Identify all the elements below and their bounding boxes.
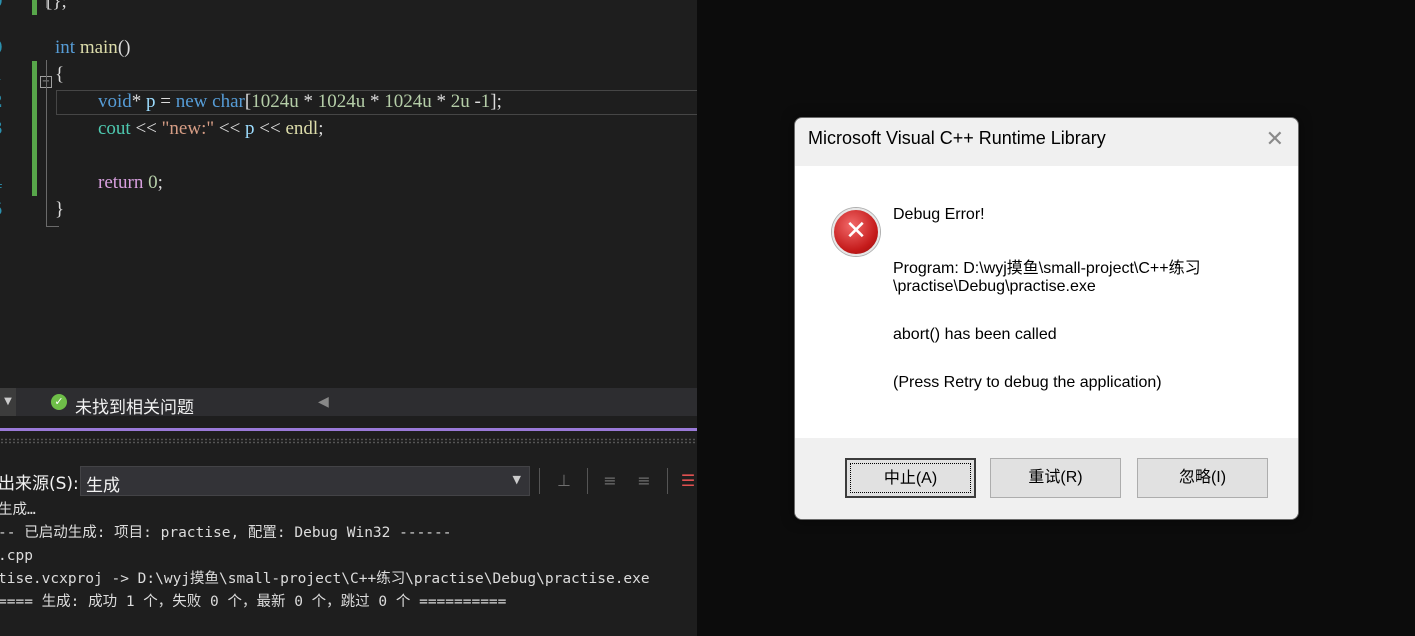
change-marker [32, 169, 37, 196]
change-marker [32, 61, 37, 88]
scroll-left-icon[interactable]: ◀ [318, 394, 329, 410]
code-editor[interactable]: 9 [}; 0 − int main() 1 { 2 void* p = new… [0, 0, 697, 388]
find-message-icon[interactable]: ⊥ [553, 470, 575, 492]
abort-button[interactable]: 中止(A) [845, 458, 976, 498]
output-line: tise.vcxproj -> D:\wyj摸鱼\small-project\C… [0, 571, 650, 587]
code-line-return: 4 return 0; [0, 169, 697, 196]
dialog-body: ✕ Debug Error! Program: D:\wyj摸鱼\small-p… [795, 166, 1298, 438]
output-source-select[interactable]: 生成 ▼ [80, 466, 530, 496]
line-number: 4 [0, 173, 3, 193]
output-source-value: 生成 [86, 476, 120, 496]
retry-hint: (Press Retry to debug the application) [893, 374, 1162, 391]
line-number: 5 [0, 200, 3, 220]
output-line: ==== 生成: 成功 1 个，失败 0 个，最新 0 个，跳过 0 个 ===… [0, 594, 507, 610]
dialog-button-bar: 中止(A) 重试(R) 忽略(I) [795, 438, 1298, 519]
toolbar-separator [587, 468, 588, 494]
dialog-title: Microsoft Visual C++ Runtime Library [808, 128, 1106, 148]
code-text: int main() [55, 37, 131, 58]
ignore-button[interactable]: 忽略(I) [1137, 458, 1268, 498]
zoom-dropdown[interactable]: ▼ [0, 388, 16, 416]
code-line: 1 { [0, 61, 697, 88]
indent-guide [46, 60, 59, 227]
clear-all-icon[interactable]: ☰ [677, 470, 697, 492]
code-line [0, 142, 697, 169]
line-number: 3 [0, 119, 3, 139]
line-number: 0 [0, 38, 3, 58]
runtime-error-dialog: Microsoft Visual C++ Runtime Library ✕ ✕… [794, 117, 1299, 520]
previous-message-icon[interactable]: ≡ [599, 470, 621, 492]
error-heading: Debug Error! [893, 206, 985, 223]
change-marker [32, 142, 37, 169]
code-line-main: 0 − int main() [0, 34, 697, 88]
close-icon[interactable]: ✕ [1266, 127, 1284, 152]
code-text: cout << "new:" << p << endl; [98, 118, 324, 139]
editor-status-bar: ▼ ✓ 未找到相关问题 ◀ [0, 388, 697, 418]
output-line: 生成… [0, 502, 36, 518]
output-line: .cpp [0, 548, 33, 564]
output-line: -- 已启动生成: 项目: practise, 配置: Debug Win32 … [0, 525, 452, 541]
code-text: return 0; [98, 172, 163, 193]
change-marker [32, 115, 37, 142]
code-line-allocation: 2 void* p = new char[1024u * 1024u * 102… [0, 88, 697, 115]
retry-button[interactable]: 重试(R) [990, 458, 1121, 498]
output-text[interactable]: 生成… -- 已启动生成: 项目: practise, 配置: Debug Wi… [0, 499, 697, 614]
line-number: 1 [0, 65, 3, 85]
toolbar-separator [539, 468, 540, 494]
code-line-cout: 3 cout << "new:" << p << endl; [0, 115, 697, 142]
error-x-icon: ✕ [832, 208, 880, 256]
line-number: 9 [0, 0, 3, 12]
code-line: 9 [}; [0, 0, 697, 15]
line-number: 2 [0, 92, 3, 112]
visual-studio-window: 9 [}; 0 − int main() 1 { 2 void* p = new… [0, 0, 697, 636]
panel-grip[interactable] [0, 438, 697, 444]
program-path-line1: Program: D:\wyj摸鱼\small-project\C++练习 [893, 260, 1201, 277]
panel-accent-line [0, 428, 697, 431]
change-marker [32, 0, 37, 15]
toolbar-separator [667, 468, 668, 494]
code-line: 5 } [0, 196, 697, 223]
issues-status[interactable]: 未找到相关问题 [75, 393, 194, 418]
error-message: abort() has been called [893, 326, 1057, 343]
chevron-down-icon: ▼ [512, 473, 521, 486]
output-source-label: 出来源(S): [0, 474, 79, 494]
next-message-icon[interactable]: ≡ [633, 470, 655, 492]
code-text: void* p = new char[1024u * 1024u * 1024u… [98, 91, 502, 112]
indent-guide [46, 0, 59, 8]
program-path-line2: \practise\Debug\practise.exe [893, 278, 1096, 295]
change-marker [32, 88, 37, 115]
check-circle-icon: ✓ [51, 394, 67, 410]
